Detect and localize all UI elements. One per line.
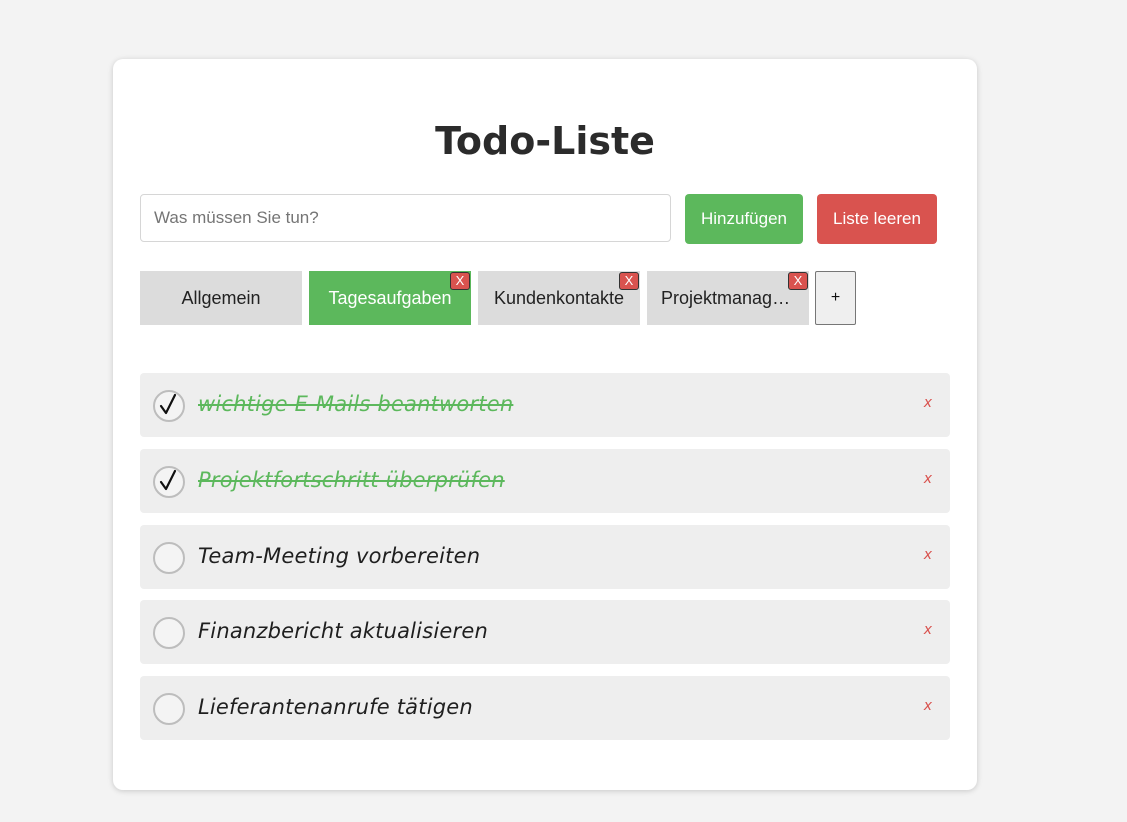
- todo-checkbox[interactable]: [153, 390, 185, 422]
- todo-text: Projektfortschritt überprüfen: [198, 468, 505, 492]
- add-button[interactable]: Hinzufügen: [685, 194, 803, 244]
- todo-item: wichtige E-Mails beantworten x: [140, 373, 950, 437]
- page-title: Todo-Liste: [435, 119, 655, 163]
- tab-close-icon[interactable]: X: [450, 272, 470, 290]
- checkmark-icon: [159, 469, 177, 491]
- tab-kundenkontakte[interactable]: Kundenkontakte X: [478, 271, 640, 325]
- todo-checkbox[interactable]: [153, 466, 185, 498]
- tab-close-icon[interactable]: X: [619, 272, 639, 290]
- delete-todo-icon[interactable]: x: [924, 469, 932, 489]
- add-tab-button[interactable]: +: [815, 271, 856, 325]
- todo-item: Lieferantenanrufe tätigen x: [140, 676, 950, 740]
- todo-text: Team-Meeting vorbereiten: [198, 544, 481, 568]
- todo-text: Finanzbericht aktualisieren: [198, 619, 488, 643]
- todo-text: Lieferantenanrufe tätigen: [198, 695, 473, 719]
- delete-todo-icon[interactable]: x: [924, 696, 932, 716]
- tab-projektmanagement[interactable]: Projektmanagement X: [647, 271, 809, 325]
- todo-item: Team-Meeting vorbereiten x: [140, 525, 950, 589]
- tab-label: Projektmanagement: [661, 287, 795, 308]
- todo-item: Projektfortschritt überprüfen x: [140, 449, 950, 513]
- task-input[interactable]: [140, 194, 671, 242]
- tab-label: Kundenkontakte: [493, 287, 625, 308]
- tab-label: Tagesaufgaben: [328, 287, 452, 308]
- tab-close-icon[interactable]: X: [788, 272, 808, 290]
- delete-todo-icon[interactable]: x: [924, 620, 932, 640]
- todo-checkbox[interactable]: [153, 542, 185, 574]
- tab-label: Allgemein: [181, 287, 261, 308]
- clear-list-button[interactable]: Liste leeren: [817, 194, 937, 244]
- delete-todo-icon[interactable]: x: [924, 393, 932, 413]
- todo-checkbox[interactable]: [153, 617, 185, 649]
- todo-item: Finanzbericht aktualisieren x: [140, 600, 950, 664]
- checkmark-icon: [159, 393, 177, 415]
- todo-checkbox[interactable]: [153, 693, 185, 725]
- todo-text: wichtige E-Mails beantworten: [198, 392, 514, 416]
- tab-allgemein[interactable]: Allgemein: [140, 271, 302, 325]
- delete-todo-icon[interactable]: x: [924, 545, 932, 565]
- plus-icon: +: [830, 289, 841, 306]
- tab-tagesaufgaben[interactable]: Tagesaufgaben X: [309, 271, 471, 325]
- todo-card: Todo-Liste Hinzufügen Liste leeren Allge…: [113, 59, 977, 790]
